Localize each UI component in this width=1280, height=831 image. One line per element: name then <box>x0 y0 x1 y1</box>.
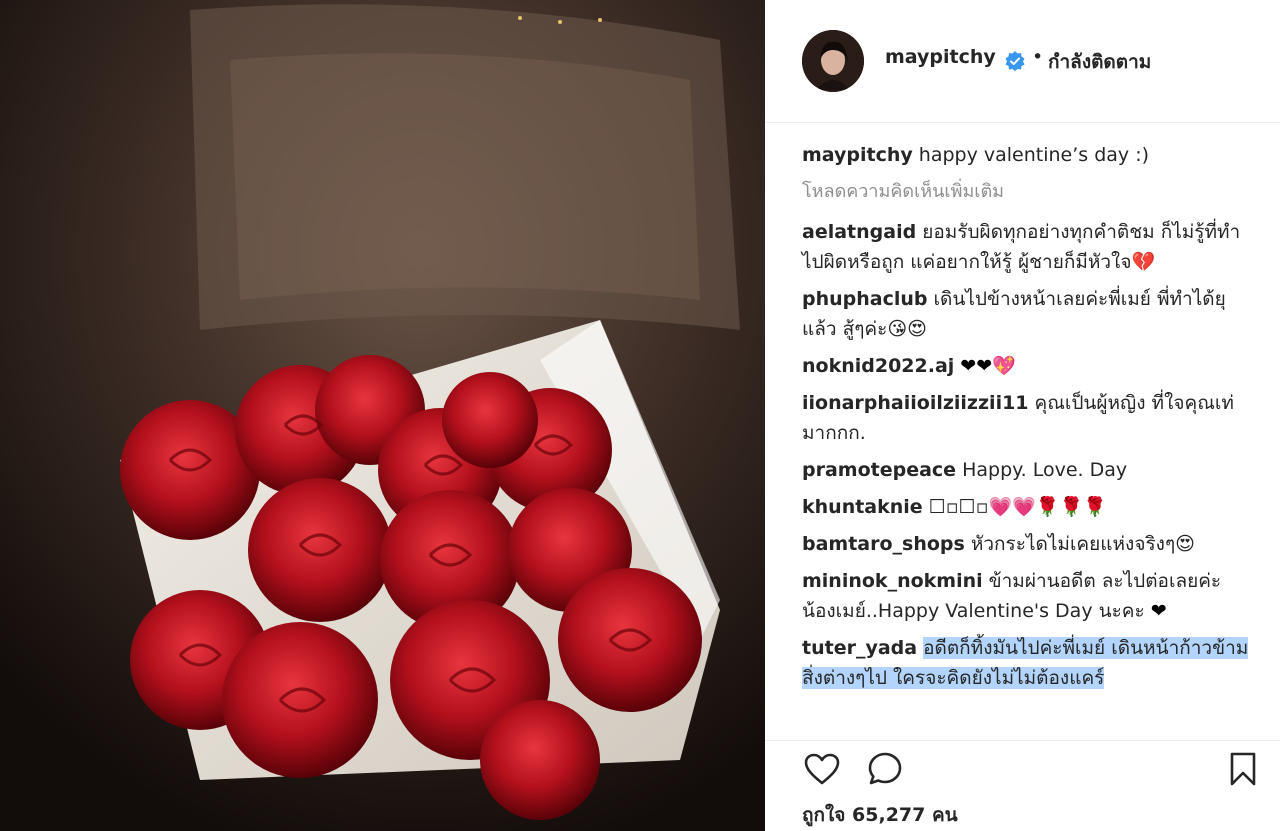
comment-item: noknid2022.aj ❤❤💖 <box>802 351 1252 381</box>
comment-item: khuntaknie ☐▫☐▫💗💗🌹🌹🌹 <box>802 492 1252 522</box>
comment-username[interactable]: khuntaknie <box>802 496 923 518</box>
comment-icon[interactable] <box>865 749 905 789</box>
post-photo[interactable] <box>0 0 765 831</box>
comment-text: หัวกระไดไม่เคยแห่งจริงๆ <box>970 533 1176 555</box>
avatar[interactable] <box>802 30 864 92</box>
comment-item: phuphaclub เดินไปข้างหน้าเลยค่ะพี่เมย์ พี… <box>802 284 1252 344</box>
comment-item: iionarphaiioilziizzii11 คุณเป็นผู้หญิง ที… <box>802 388 1252 448</box>
post-header: maypitchy • กำลังติดตาม <box>765 0 1280 123</box>
load-more-comments-link[interactable]: โหลดความคิดเห็นเพิ่มเติม <box>802 177 1252 207</box>
comment-item: tuter_yada อดีตก็ทิ้งมันไปค่ะพี่เมย์ เดิน… <box>802 633 1252 693</box>
comment-username[interactable]: noknid2022.aj <box>802 355 954 377</box>
comment-item: bamtaro_shops หัวกระไดไม่เคยแห่งจริงๆ😍 <box>802 529 1252 559</box>
following-button[interactable]: กำลังติดตาม <box>1048 47 1151 77</box>
comment-username[interactable]: mininok_nokmini <box>802 570 983 592</box>
likes-count[interactable]: ถูกใจ 65,277 คน <box>802 800 958 830</box>
comment-username[interactable]: phuphaclub <box>802 288 928 310</box>
verified-badge-icon <box>1005 51 1025 71</box>
comment-username[interactable]: pramotepeace <box>802 459 956 481</box>
post-author-username[interactable]: maypitchy <box>885 46 996 68</box>
comment-item: mininok_nokmini ข้ามผ่านอดีต ละไปต่อเลยค่… <box>802 566 1252 626</box>
post-side-panel: maypitchy • กำลังติดตาม maypitchy happy v… <box>765 0 1280 831</box>
avatar-image <box>802 30 864 92</box>
heart-icon[interactable] <box>802 749 842 789</box>
comment-emoji: ❤❤💖 <box>960 355 1016 377</box>
comment-emoji: ❤ <box>1150 600 1167 622</box>
comment-emoji: 😍 <box>1175 533 1195 555</box>
comment-username[interactable]: iionarphaiioilziizzii11 <box>802 392 1029 414</box>
comment-emoji: 💔 <box>1131 251 1156 273</box>
caption: maypitchy happy valentine’s day :) <box>802 140 1252 170</box>
bookmark-icon[interactable] <box>1223 749 1263 789</box>
roses-bouquet-image <box>0 0 765 831</box>
caption-text: happy valentine’s day :) <box>918 144 1150 166</box>
separator-dot: • <box>1032 46 1044 68</box>
caption-username[interactable]: maypitchy <box>802 144 913 166</box>
comment-username[interactable]: bamtaro_shops <box>802 533 965 555</box>
comment-text: ☐▫☐▫ <box>928 496 989 518</box>
post-actions-bar <box>765 740 1280 801</box>
comment-username[interactable]: aelatngaid <box>802 221 916 243</box>
comment-item: aelatngaid ยอมรับผิดทุกอย่างทุกคำติชม ก็ไ… <box>802 217 1252 277</box>
comment-emoji: 😘😍 <box>887 318 927 340</box>
comment-username[interactable]: tuter_yada <box>802 637 917 659</box>
comment-text: Happy. Love. Day <box>962 459 1128 481</box>
comment-emoji: 💗💗🌹🌹🌹 <box>988 496 1107 518</box>
comment-item: pramotepeace Happy. Love. Day <box>802 455 1252 485</box>
comments-list: maypitchy happy valentine’s day :) โหลดคว… <box>802 140 1252 700</box>
